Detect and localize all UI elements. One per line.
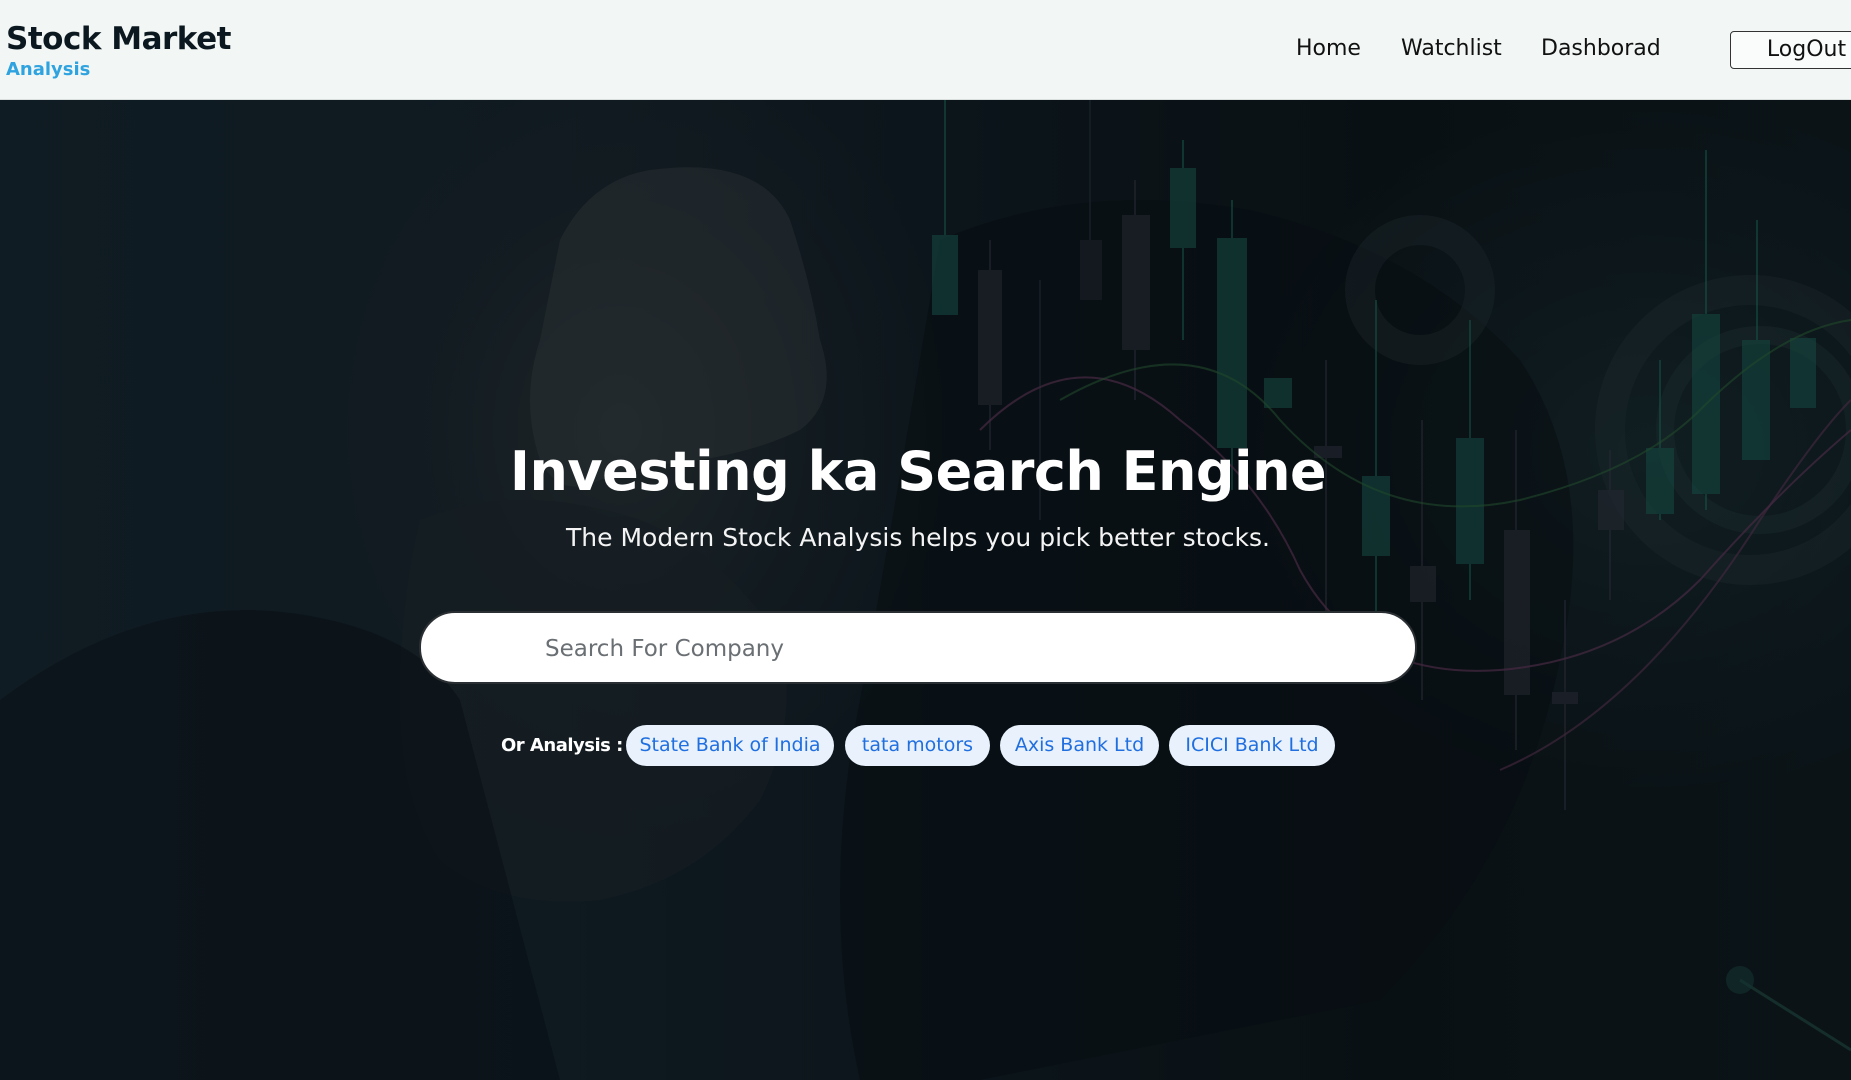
logout-button[interactable]: LogOut bbox=[1730, 31, 1851, 69]
chip-tata-motors[interactable]: tata motors bbox=[845, 725, 990, 766]
nav-link-home[interactable]: Home bbox=[1296, 36, 1361, 61]
quick-analysis-label: Or Analysis : bbox=[501, 735, 623, 756]
brand-title: Stock Market bbox=[6, 21, 231, 57]
chip-icici-bank[interactable]: ICICI Bank Ltd bbox=[1169, 725, 1335, 766]
nav-link-dashboard[interactable]: Dashborad bbox=[1541, 36, 1661, 61]
chip-state-bank-of-india[interactable]: State Bank of India bbox=[626, 725, 834, 766]
hero-dark-overlay bbox=[0, 100, 1851, 1080]
search-bar[interactable] bbox=[419, 611, 1417, 684]
company-search-input[interactable] bbox=[545, 631, 1385, 667]
chip-axis-bank[interactable]: Axis Bank Ltd bbox=[1000, 725, 1159, 766]
hero-section: Investing ka Search Engine The Modern St… bbox=[0, 100, 1851, 1080]
hero-title: Investing ka Search Engine bbox=[509, 440, 1327, 503]
nav-link-watchlist[interactable]: Watchlist bbox=[1401, 36, 1502, 61]
brand-logo[interactable]: Stock Market Analysis bbox=[6, 24, 231, 79]
top-navbar: Stock Market Analysis Home Watchlist Das… bbox=[0, 0, 1851, 100]
brand-subtitle: Analysis bbox=[6, 59, 91, 80]
quick-analysis-row: Or Analysis : State Bank of India tata m… bbox=[0, 725, 1851, 767]
hero-subtitle: The Modern Stock Analysis helps you pick… bbox=[566, 523, 1270, 552]
